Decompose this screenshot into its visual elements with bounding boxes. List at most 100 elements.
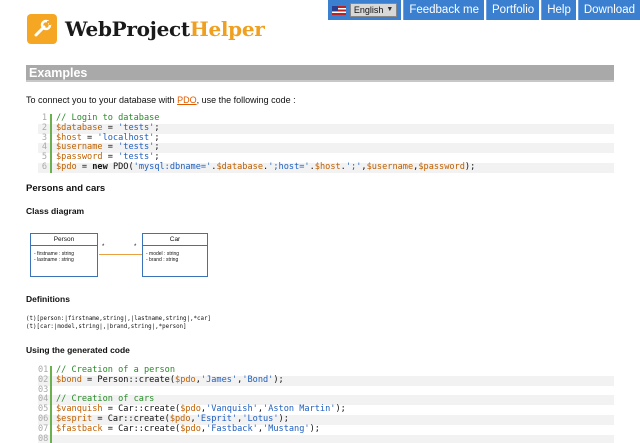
class-car: Car - model : string - brand : string <box>142 233 208 277</box>
class-person-attr: - lastname : string <box>34 257 74 263</box>
code-token: 'Vanquish' <box>206 404 258 415</box>
code-token: ; <box>154 122 160 133</box>
code-token: // Creation of cars <box>56 394 155 405</box>
code-line: 07 $fastback = Car::create($pdo,'Fastback… <box>38 423 614 435</box>
code-token: $database <box>216 161 264 172</box>
association-line <box>99 254 142 255</box>
code-token: ); <box>273 374 284 385</box>
code-token: ); <box>335 404 346 415</box>
code-token: ); <box>309 423 320 434</box>
code-token: 'Lotus' <box>242 413 279 424</box>
language-selector[interactable]: English ▼ <box>327 0 402 20</box>
code-token: $pdo <box>56 161 77 172</box>
code-token: = <box>102 152 119 163</box>
chevron-down-icon: ▼ <box>386 6 394 13</box>
code-token: $password <box>56 152 103 163</box>
class-car-attr: - brand : string <box>146 257 179 263</box>
code-content: $fastback = Car::create($pdo,'Fastback',… <box>56 423 320 435</box>
section-title: Examples <box>26 65 614 82</box>
code-token: 'Bond' <box>242 374 274 385</box>
code-line: 08 <box>38 434 614 443</box>
code-content: $bond = Person::create($pdo,'James','Bon… <box>56 374 284 386</box>
code-token: $fastback <box>56 423 103 434</box>
code-token: $username <box>366 161 414 172</box>
nav-feedback[interactable]: Feedback me <box>403 0 484 20</box>
top-navigation: English ▼ Feedback me Portfolio Help Dow… <box>327 0 640 20</box>
code-token: $pdo <box>180 423 201 434</box>
code-token: ';' <box>345 161 362 172</box>
line-number: 6 <box>38 162 52 173</box>
code-token: $host <box>56 132 82 143</box>
code-token: 'Aston Martin' <box>263 404 336 415</box>
code-token: = Person::create( <box>81 374 176 385</box>
nav-help[interactable]: Help <box>541 0 576 20</box>
code-token: ; <box>154 132 160 143</box>
language-value: English <box>353 5 384 15</box>
class-diagram: Person - firstname : string - lastname :… <box>30 232 210 278</box>
persons-heading: Persons and cars <box>26 183 106 194</box>
code-token: = Car::create( <box>102 423 181 434</box>
site-name-part-a: WebProject <box>65 17 190 41</box>
definitions-heading: Definitions <box>26 294 70 304</box>
code-token: PDO( <box>107 161 134 172</box>
code-token: 'Mustang' <box>263 423 310 434</box>
pdo-link[interactable]: PDO <box>177 95 197 105</box>
class-car-name: Car <box>143 234 207 246</box>
code-line: 02 $bond = Person::create($pdo,'James','B… <box>38 374 614 386</box>
multiplicity-left: * <box>102 244 105 250</box>
code-token: 'Fastback' <box>206 423 258 434</box>
intro-after: , use the following code : <box>196 95 296 105</box>
code-token: $password <box>418 161 465 172</box>
code-token: = Car::create( <box>92 413 170 424</box>
code-content: $pdo = new PDO('mysql:dbname='.$database… <box>56 161 476 173</box>
code-token: ';host=' <box>268 161 310 172</box>
generated-code-heading: Using the generated code <box>26 345 130 355</box>
intro-text: To connect you to your database with PDO… <box>26 95 296 105</box>
definitions-text: (t)[person:|firstname,string|,|lastname,… <box>26 316 211 330</box>
code-token: $pdo <box>175 374 196 385</box>
code-token: 'tests' <box>118 122 155 133</box>
wrench-icon <box>27 14 57 44</box>
code-token: $vanquish <box>56 404 103 415</box>
code-block-login: 1// Login to database 2 $database = 'tests… <box>38 113 614 173</box>
code-token: // Login to database <box>56 113 160 123</box>
code-token: 'tests' <box>118 152 155 163</box>
code-token: 'James' <box>200 374 238 385</box>
language-dropdown[interactable]: English ▼ <box>349 3 398 17</box>
code-token: = <box>76 161 93 172</box>
code-token: ; <box>154 142 160 153</box>
code-token: 'mysql:dbname=' <box>133 161 212 172</box>
intro-before: To connect you to your database with <box>26 95 178 105</box>
code-token: new <box>92 161 108 172</box>
nav-portfolio[interactable]: Portfolio <box>486 0 540 20</box>
class-person-name: Person <box>31 234 97 246</box>
code-block-generated: 01// Creation of a person 02 $bond = Perso… <box>38 365 614 443</box>
code-token: 'Esprit' <box>195 413 238 424</box>
code-token: $bond <box>56 374 82 385</box>
code-token: 'tests' <box>118 142 155 153</box>
code-token: $database <box>56 122 103 133</box>
code-token: 'localhost' <box>97 132 155 143</box>
multiplicity-right: * <box>134 244 137 250</box>
code-token: ); <box>464 161 476 172</box>
class-diagram-heading: Class diagram <box>26 206 85 216</box>
line-number: 08 <box>38 434 52 443</box>
us-flag-icon <box>331 5 346 15</box>
code-token: $pdo <box>169 413 191 424</box>
code-token: ); <box>278 413 289 424</box>
code-token: // Creation of a person <box>56 365 175 375</box>
code-token: = <box>81 132 98 143</box>
code-line: 6 $pdo = new PDO('mysql:dbname='.$databas… <box>38 161 614 173</box>
code-token: $username <box>56 142 103 153</box>
code-token: $pdo <box>180 404 201 415</box>
site-logo[interactable]: WebProjectHelper <box>27 14 265 44</box>
code-token: $host <box>314 161 341 172</box>
code-token: = Car::create( <box>102 404 181 415</box>
code-token: = <box>102 122 119 133</box>
class-person: Person - firstname : string - lastname :… <box>30 233 98 277</box>
site-name-part-b: Helper <box>189 17 265 41</box>
nav-download[interactable]: Download <box>577 0 640 20</box>
code-token: = <box>102 142 119 153</box>
code-token: ; <box>154 152 160 163</box>
site-name: WebProjectHelper <box>65 17 265 41</box>
